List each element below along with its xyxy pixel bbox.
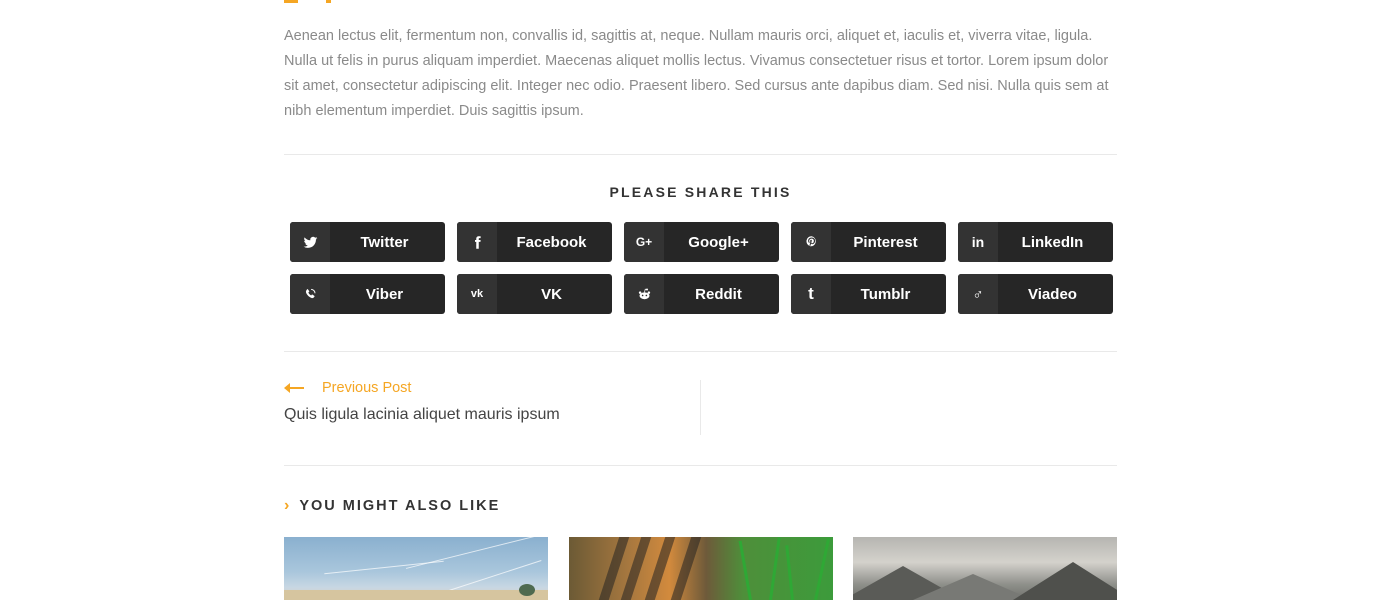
chevron-right-icon: › — [284, 497, 292, 514]
share-facebook-button[interactable]: Facebook — [457, 222, 612, 262]
share-viber-button[interactable]: Viber — [290, 274, 445, 314]
viber-icon — [290, 274, 330, 314]
share-twitter-button[interactable]: Twitter — [290, 222, 445, 262]
google-plus-icon: G+ — [624, 222, 664, 262]
arrow-left-icon — [284, 383, 304, 393]
linkedin-icon: in — [958, 222, 998, 262]
twitter-icon — [290, 222, 330, 262]
heading-accent-fragment — [326, 0, 331, 3]
share-google-plus-button[interactable]: G+ Google+ — [624, 222, 779, 262]
share-pinterest-button[interactable]: Pinterest — [791, 222, 946, 262]
share-button-label: Reddit — [695, 285, 742, 303]
share-linkedin-button[interactable]: in LinkedIn — [958, 222, 1113, 262]
share-button-label: Pinterest — [853, 233, 918, 251]
divider — [284, 154, 1117, 155]
share-reddit-button[interactable]: Reddit — [624, 274, 779, 314]
share-button-label: VK — [541, 285, 562, 303]
previous-post-label: Previous Post — [322, 380, 412, 396]
share-buttons: Twitter Facebook G+ Google+ Pinterest in… — [290, 222, 1113, 314]
related-post-thumbnail[interactable] — [284, 537, 548, 600]
divider — [284, 465, 1117, 466]
share-button-label: Facebook — [516, 233, 587, 251]
facebook-icon — [457, 222, 497, 262]
viadeo-icon: ♂ — [958, 274, 998, 314]
share-button-label: Tumblr — [860, 285, 911, 303]
reddit-icon — [624, 274, 664, 314]
share-button-label: Google+ — [688, 233, 749, 251]
share-viadeo-button[interactable]: ♂ Viadeo — [958, 274, 1113, 314]
pinterest-icon — [791, 222, 831, 262]
related-posts-heading: › YOU MIGHT ALSO LIKE — [284, 497, 500, 515]
heading-accent — [284, 0, 298, 3]
share-button-label: Viber — [365, 285, 404, 303]
share-tumblr-button[interactable]: t Tumblr — [791, 274, 946, 314]
divider — [284, 351, 1117, 352]
related-post-thumbnail[interactable] — [569, 537, 833, 600]
related-post-thumbnail[interactable] — [853, 537, 1117, 600]
article-paragraph: Aenean lectus elit, fermentum non, conva… — [284, 28, 1109, 119]
share-button-label: Twitter — [360, 233, 409, 251]
share-vk-button[interactable]: vk VK — [457, 274, 612, 314]
share-title: PLEASE SHARE THIS — [609, 184, 792, 200]
vk-icon: vk — [457, 274, 497, 314]
post-nav-divider — [700, 380, 701, 435]
previous-post-title: Quis ligula lacinia aliquet mauris ipsum — [284, 406, 560, 423]
share-button-label: LinkedIn — [1021, 233, 1084, 251]
tumblr-icon: t — [791, 274, 831, 314]
share-button-label: Viadeo — [1028, 285, 1077, 303]
previous-post-link[interactable]: Previous Post Quis ligula lacinia alique… — [284, 380, 700, 424]
related-posts-title: YOU MIGHT ALSO LIKE — [299, 498, 501, 514]
